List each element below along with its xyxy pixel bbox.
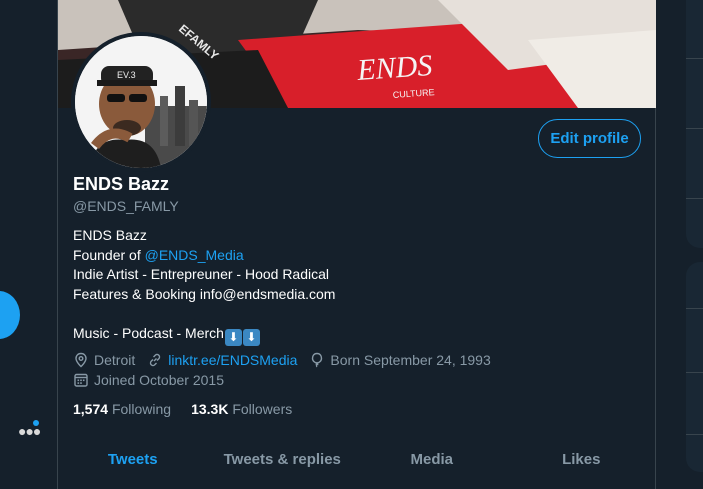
location-text: Detroit xyxy=(94,352,136,368)
bio-mention-link[interactable]: @ENDS_Media xyxy=(145,247,244,263)
follow-divider xyxy=(686,308,703,309)
joined-text: Joined October 2015 xyxy=(94,372,224,388)
avatar-image: EV.3 xyxy=(75,36,207,168)
main-column: ENDS CULTURE EFAMLY EV.3 Edit profile EN… xyxy=(57,0,656,489)
svg-text:ENDS: ENDS xyxy=(355,49,433,87)
followers-stat[interactable]: 13.3K Followers xyxy=(191,401,292,417)
right-sidebar xyxy=(686,0,703,489)
edit-profile-button[interactable]: Edit profile xyxy=(538,119,641,158)
born-item: Born September 24, 1993 xyxy=(309,352,491,368)
balloon-icon xyxy=(312,352,323,368)
calendar-icon xyxy=(74,373,88,387)
website-item: linktr.ee/ENDSMedia xyxy=(147,352,297,368)
follow-stats: 1,574 Following 13.3K Followers xyxy=(73,401,312,417)
left-navigation: ●●● xyxy=(0,0,57,489)
who-to-follow-card xyxy=(686,262,703,472)
profile-bio: ENDS Bazz Founder of @ENDS_Media Indie A… xyxy=(73,226,335,346)
profile-meta-row: Detroit linktr.ee/ENDSMedia Born Septemb… xyxy=(73,352,503,368)
profile-avatar[interactable]: EV.3 xyxy=(71,32,211,172)
down-arrow-emoji-icon: ⬇ xyxy=(224,328,242,346)
tab-tweets[interactable]: Tweets xyxy=(58,435,208,489)
down-arrow-emoji-icon: ⬇ xyxy=(242,328,260,346)
bio-founder-text: Founder of xyxy=(73,246,145,263)
trends-card xyxy=(686,0,703,248)
profile-joined-row: Joined October 2015 xyxy=(73,372,236,388)
bio-blank-line xyxy=(73,304,335,324)
bio-line-4: Features & Booking info@endsmedia.com xyxy=(73,285,336,302)
user-handle: @ENDS_FAMLY xyxy=(73,198,179,214)
bio-line-2: Founder of @ENDS_Media xyxy=(73,246,335,266)
tweet-button[interactable] xyxy=(0,291,20,339)
following-stat[interactable]: 1,574 Following xyxy=(73,401,171,417)
follow-divider xyxy=(686,372,703,373)
profile-tabs: Tweets Tweets & replies Media Likes xyxy=(58,435,656,489)
bio-line-3: Indie Artist - Entrepreuner - Hood Radic… xyxy=(73,266,330,282)
more-dots-icon[interactable]: ●●● xyxy=(18,424,41,438)
tab-tweets-and-replies[interactable]: Tweets & replies xyxy=(208,435,358,489)
display-name: ENDS Bazz xyxy=(73,174,170,194)
tab-media[interactable]: Media xyxy=(357,435,507,489)
follow-divider xyxy=(686,434,703,435)
born-text: Born September 24, 1993 xyxy=(330,352,491,368)
location-pin-icon xyxy=(75,352,87,368)
bio-line-1: ENDS Bazz xyxy=(73,227,147,243)
trends-divider xyxy=(686,58,703,59)
following-count: 1,574 xyxy=(73,401,109,417)
bio-merch-text: Music - Podcast - Merch xyxy=(73,324,224,341)
followers-count: 13.3K xyxy=(191,401,229,417)
link-icon xyxy=(150,353,161,367)
website-link[interactable]: linktr.ee/ENDSMedia xyxy=(168,352,297,368)
trends-divider xyxy=(686,198,703,199)
location-item: Detroit xyxy=(73,352,135,368)
trends-divider xyxy=(686,128,703,129)
tab-likes[interactable]: Likes xyxy=(507,435,657,489)
svg-text:EV.3: EV.3 xyxy=(117,70,136,80)
joined-item: Joined October 2015 xyxy=(73,372,224,388)
notification-dot xyxy=(33,420,39,426)
bio-line-5: Music - Podcast - Merch ⬇ ⬇ xyxy=(73,324,335,346)
followers-label: Followers xyxy=(232,401,293,417)
profile-page: ●●● ENDS CULTURE EFAMLY EV.3 Edit profil… xyxy=(0,0,703,489)
following-label: Following xyxy=(111,401,172,417)
